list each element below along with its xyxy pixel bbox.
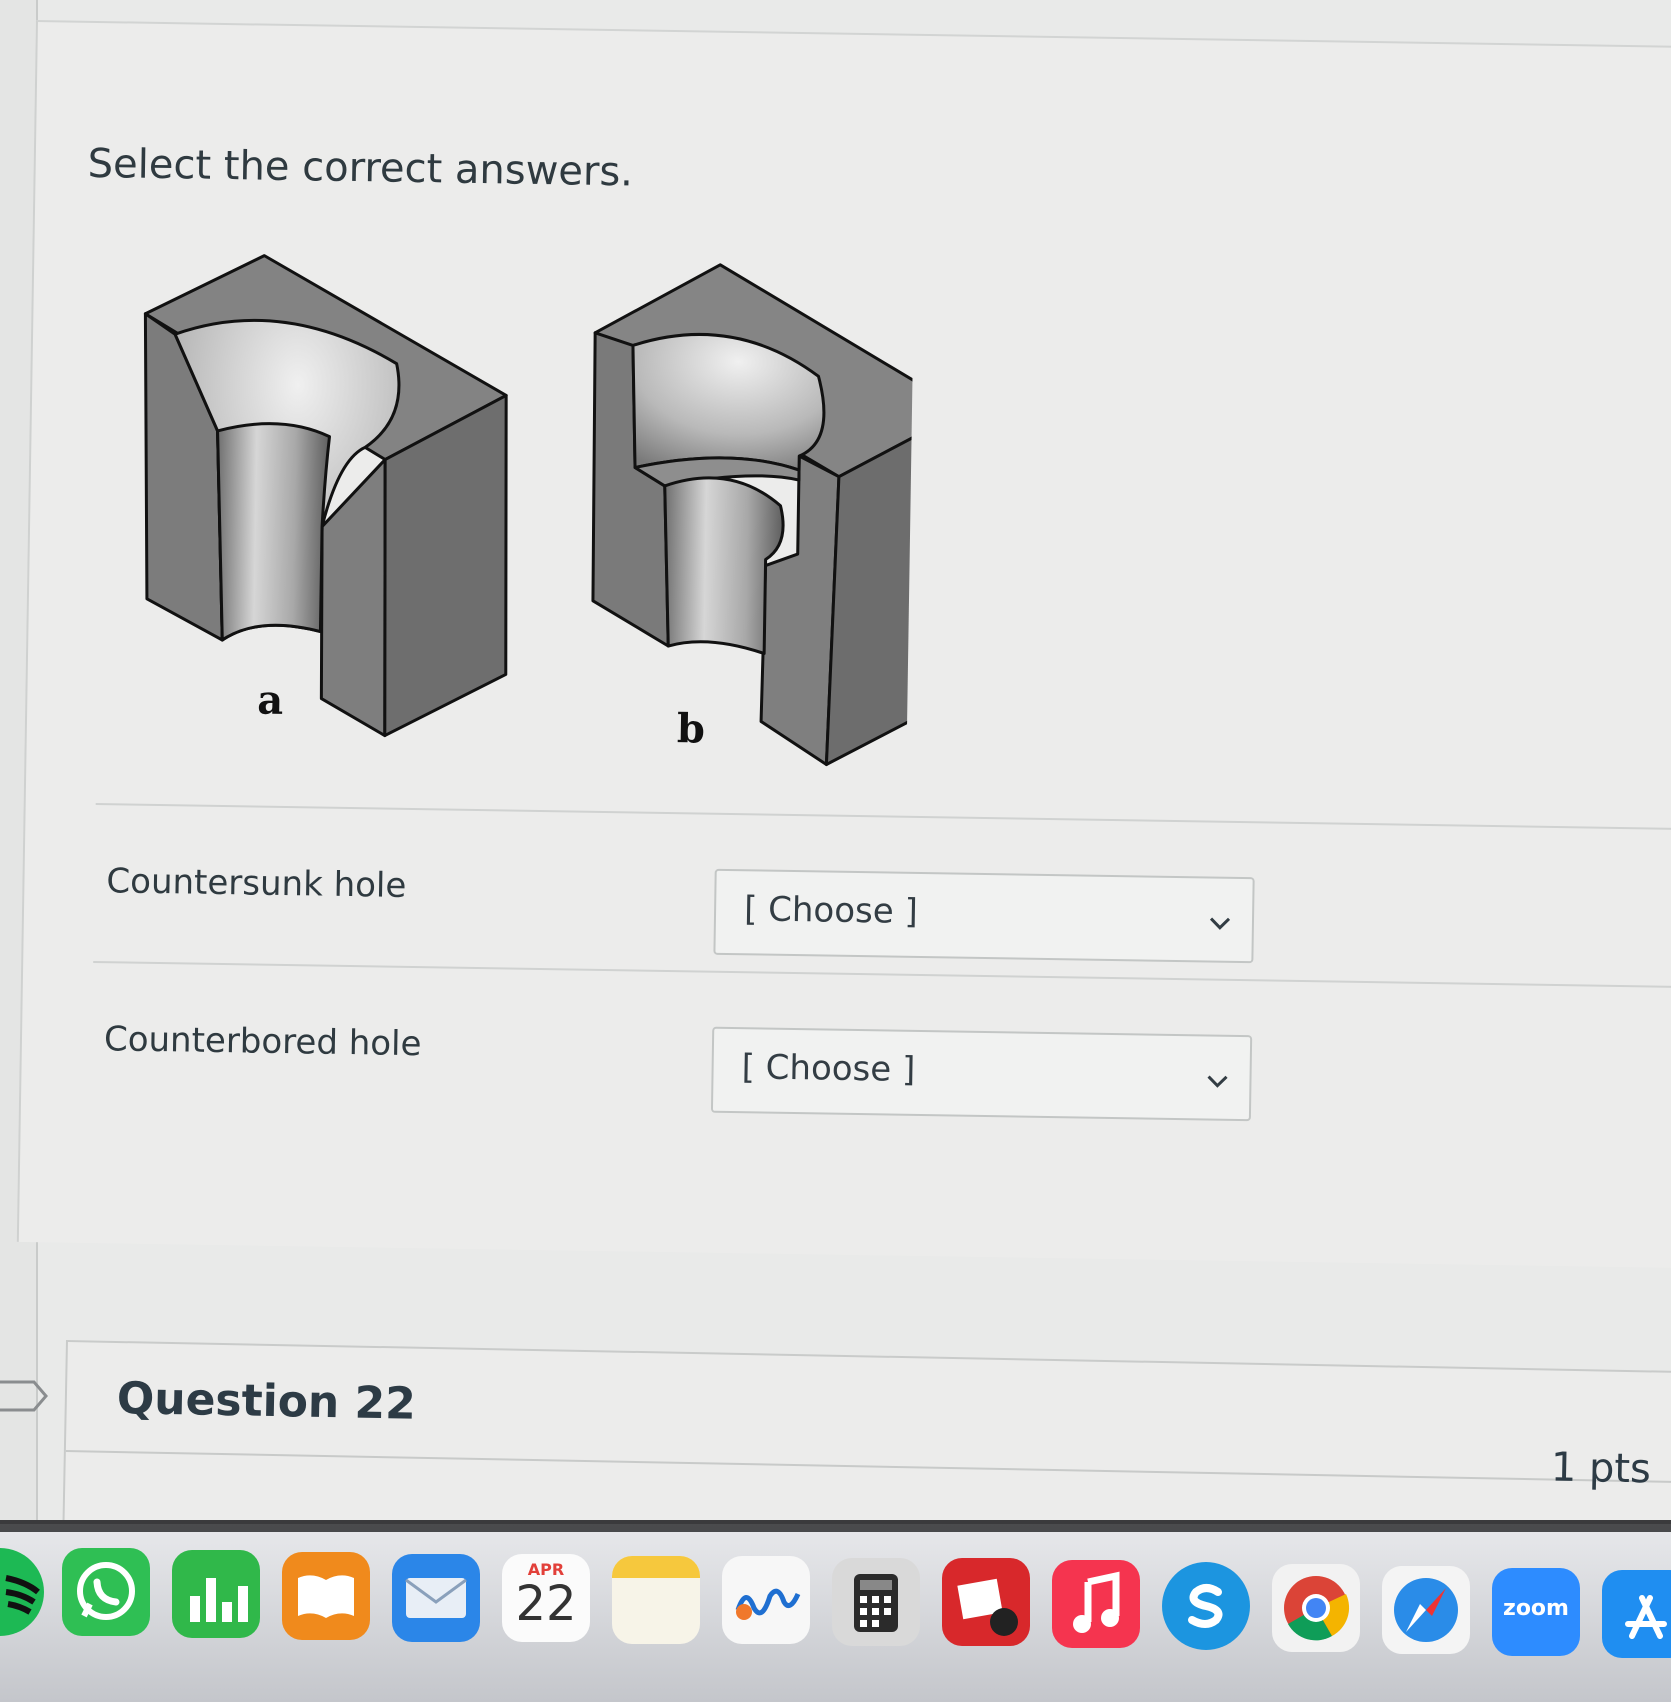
books-icon[interactable] — [282, 1552, 370, 1640]
hole-diagram: a b — [143, 254, 915, 767]
calendar-day: 22 — [515, 1576, 577, 1632]
dock: APR 22 zoom — [0, 1520, 1671, 1702]
countersunk-answer-select[interactable]: [ Choose ] — [713, 868, 1255, 964]
counterbored-block-b — [591, 263, 915, 767]
notes-icon[interactable] — [612, 1556, 700, 1644]
flag-question-icon[interactable] — [0, 1378, 48, 1414]
chevron-down-icon — [1207, 1075, 1228, 1088]
question-title: Question 22 — [116, 1372, 417, 1430]
calculator-icon[interactable] — [832, 1558, 920, 1646]
mail-icon[interactable] — [392, 1554, 480, 1642]
quiz-question-card: Select the correct answers. a b Counters… — [16, 20, 1671, 1269]
photo-booth-icon[interactable] — [942, 1558, 1030, 1646]
countersunk-block-a — [143, 254, 508, 738]
zoom-label: zoom — [1503, 1596, 1569, 1621]
chevron-down-icon — [1209, 917, 1231, 930]
figure-label-b: b — [677, 705, 706, 752]
row-label-counterbored: Counterbored hole — [103, 1019, 422, 1065]
safari-icon[interactable] — [1382, 1566, 1470, 1654]
question-header: Question 22 1 pts — [65, 1342, 1671, 1492]
zoom-icon[interactable]: zoom — [1492, 1568, 1580, 1656]
chrome-icon[interactable] — [1272, 1564, 1360, 1652]
app-store-icon[interactable] — [1602, 1570, 1671, 1658]
music-icon[interactable] — [1052, 1560, 1140, 1648]
select-value: [ Choose ] — [741, 1047, 916, 1090]
row-divider — [95, 803, 1671, 831]
counterbored-answer-select[interactable]: [ Choose ] — [710, 1026, 1253, 1122]
numbers-icon[interactable] — [172, 1550, 260, 1638]
row-divider — [93, 961, 1671, 989]
question-prompt: Select the correct answers. — [87, 140, 634, 196]
calendar-icon[interactable]: APR 22 — [502, 1554, 590, 1642]
skype-icon[interactable] — [1162, 1562, 1250, 1650]
row-label-countersunk: Countersunk hole — [106, 861, 407, 906]
question-points: 1 pts — [1550, 1444, 1652, 1493]
figure-label-a: a — [257, 677, 284, 724]
select-value: [ Choose ] — [743, 889, 919, 932]
whatsapp-icon[interactable] — [62, 1548, 150, 1636]
freeform-icon[interactable] — [722, 1556, 810, 1644]
